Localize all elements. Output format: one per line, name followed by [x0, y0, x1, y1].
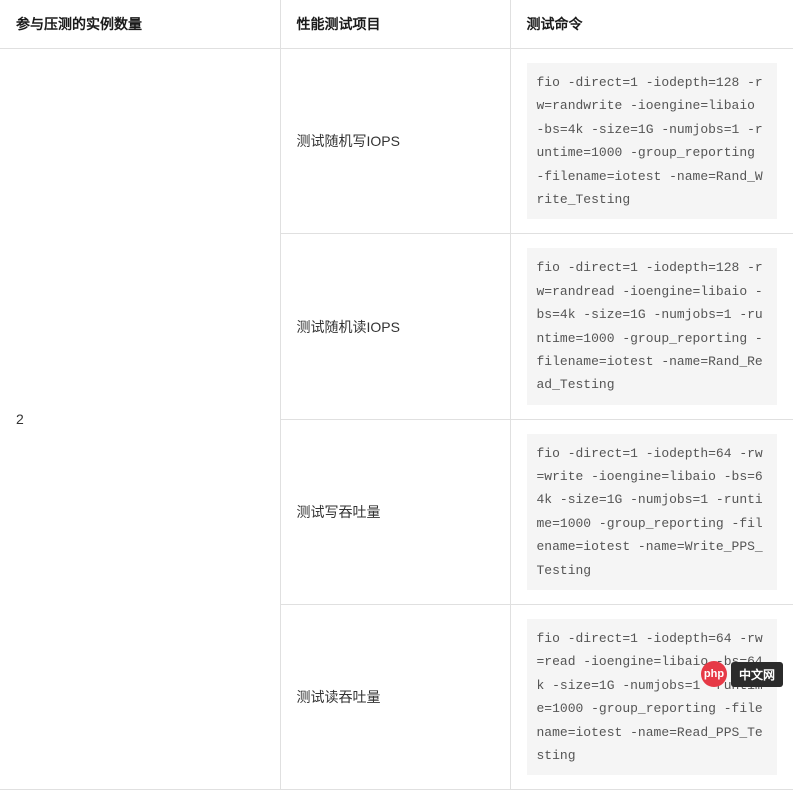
cell-test-item: 测试随机读IOPS [280, 234, 510, 419]
watermark-text: 中文网 [731, 662, 783, 687]
performance-test-table: 参与压测的实例数量 性能测试项目 测试命令 2 测试随机写IOPS fio -d… [0, 0, 793, 790]
cell-test-command: fio -direct=1 -iodepth=64 -rw=write -ioe… [510, 419, 793, 604]
cell-test-item: 测试写吞吐量 [280, 419, 510, 604]
code-block: fio -direct=1 -iodepth=128 -rw=randread … [527, 248, 778, 404]
table-row: 2 测试随机写IOPS fio -direct=1 -iodepth=128 -… [0, 49, 793, 234]
header-instance-count: 参与压测的实例数量 [0, 0, 280, 49]
cell-test-item: 测试随机写IOPS [280, 49, 510, 234]
watermark-badge: php [701, 661, 727, 687]
cell-test-command: fio -direct=1 -iodepth=128 -rw=randread … [510, 234, 793, 419]
header-test-item: 性能测试项目 [280, 0, 510, 49]
code-block: fio -direct=1 -iodepth=64 -rw=write -ioe… [527, 434, 778, 590]
code-block: fio -direct=1 -iodepth=128 -rw=randwrite… [527, 63, 778, 219]
cell-test-command: fio -direct=1 -iodepth=64 -rw=read -ioen… [510, 605, 793, 790]
cell-test-command: fio -direct=1 -iodepth=128 -rw=randwrite… [510, 49, 793, 234]
cell-test-item: 测试读吞吐量 [280, 605, 510, 790]
header-test-command: 测试命令 [510, 0, 793, 49]
code-block: fio -direct=1 -iodepth=64 -rw=read -ioen… [527, 619, 778, 775]
cell-instance-count: 2 [0, 49, 280, 790]
watermark: php 中文网 [701, 661, 783, 687]
